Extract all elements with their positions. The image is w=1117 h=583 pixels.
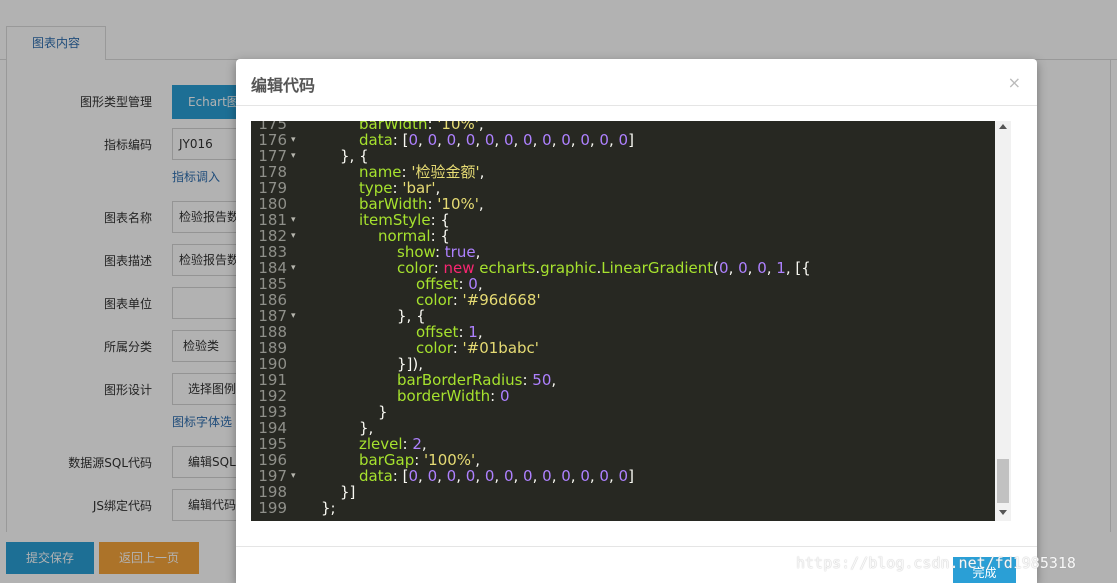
fold-arrow-icon[interactable]: ▾: [291, 148, 301, 164]
code-line[interactable]: 197 ▾ data: [0, 0, 0, 0, 0, 0, 0, 0, 0, 0,…: [251, 468, 995, 484]
code-line[interactable]: 189 color: '#01babc': [251, 340, 995, 356]
code-line[interactable]: 186 color: '#96d668': [251, 292, 995, 308]
code-text: barGap: '100%',: [359, 451, 480, 469]
fold-arrow-icon[interactable]: ▾: [291, 260, 301, 276]
fold-arrow-icon[interactable]: ▾: [291, 228, 301, 244]
code-text: borderWidth: 0: [397, 387, 510, 405]
line-number: 180: [258, 195, 287, 213]
code-text: data: [0, 0, 0, 0, 0, 0, 0, 0, 0, 0, 0, …: [359, 131, 634, 149]
code-line[interactable]: 188 offset: 1,: [251, 324, 995, 340]
line-number: 185: [258, 275, 287, 293]
line-number: 187: [258, 307, 287, 325]
code-text: },: [359, 419, 374, 437]
line-number: 199: [258, 499, 287, 517]
line-number: 182: [258, 227, 287, 245]
line-number: 189: [258, 339, 287, 357]
code-line[interactable]: 182 ▾ normal: {: [251, 228, 995, 244]
code-line[interactable]: 176 ▾ data: [0, 0, 0, 0, 0, 0, 0, 0, 0, 0,…: [251, 132, 995, 148]
code-line[interactable]: 183 show: true,: [251, 244, 995, 260]
line-number: 181: [258, 211, 287, 229]
line-number: 194: [258, 419, 287, 437]
code-text: type: 'bar',: [359, 179, 441, 197]
code-text: show: true,: [397, 243, 481, 261]
code-line[interactable]: 180 barWidth: '10%',: [251, 196, 995, 212]
code-line[interactable]: 199};: [251, 500, 995, 516]
code-text: }]: [340, 483, 356, 501]
line-number: 176: [258, 131, 287, 149]
code-line[interactable]: 196 barGap: '100%',: [251, 452, 995, 468]
line-number: 198: [258, 483, 287, 501]
fold-arrow-icon[interactable]: ▾: [291, 308, 301, 324]
modal-header: 编辑代码 ×: [236, 59, 1037, 106]
fold-arrow-icon[interactable]: ▾: [291, 468, 301, 484]
line-number: 177: [258, 147, 287, 165]
code-text: itemStyle: {: [359, 211, 450, 229]
line-number: 197: [258, 467, 287, 485]
code-text: normal: {: [378, 227, 450, 245]
code-line[interactable]: 193}: [251, 404, 995, 420]
code-line[interactable]: 191 barBorderRadius: 50,: [251, 372, 995, 388]
line-number: 186: [258, 291, 287, 309]
code-line[interactable]: 198}]: [251, 484, 995, 500]
watermark: https://blog.csdn.net/fd1985318: [796, 554, 1076, 572]
line-number: 193: [258, 403, 287, 421]
code-text: color: '#96d668': [416, 291, 541, 309]
code-line[interactable]: 195 zlevel: 2,: [251, 436, 995, 452]
code-text: offset: 1,: [416, 323, 483, 341]
modal-title: 编辑代码: [251, 76, 316, 95]
line-number: 196: [258, 451, 287, 469]
line-number: 190: [258, 355, 287, 373]
code-text: name: '检验金额',: [359, 163, 485, 181]
line-number: 188: [258, 323, 287, 341]
scroll-down-arrow-icon[interactable]: [999, 510, 1007, 515]
code-text: color: new echarts.graphic.LinearGradien…: [397, 259, 811, 277]
code-text: data: [0, 0, 0, 0, 0, 0, 0, 0, 0, 0, 0, …: [359, 467, 634, 485]
code-text: color: '#01babc': [416, 339, 539, 357]
code-text: offset: 0,: [416, 275, 483, 293]
line-number: 192: [258, 387, 287, 405]
code-text: }]),: [397, 355, 424, 373]
code-line[interactable]: 181 ▾ itemStyle: {: [251, 212, 995, 228]
code-text: barBorderRadius: 50,: [397, 371, 557, 389]
code-text: }, {: [397, 307, 426, 325]
code-line[interactable]: 194},: [251, 420, 995, 436]
scroll-up-arrow-icon[interactable]: [999, 124, 1007, 129]
code-line[interactable]: 190}]),: [251, 356, 995, 372]
code-text: barWidth: '10%',: [359, 195, 484, 213]
line-number: 195: [258, 435, 287, 453]
code-line[interactable]: 185 offset: 0,: [251, 276, 995, 292]
code-text: }, {: [340, 147, 369, 165]
code-line[interactable]: 178 name: '检验金额',: [251, 164, 995, 180]
line-number: 183: [258, 243, 287, 261]
code-line[interactable]: 179 type: 'bar',: [251, 180, 995, 196]
code-text: }: [378, 403, 388, 421]
fold-arrow-icon[interactable]: ▾: [291, 132, 301, 148]
code-text: };: [321, 499, 336, 517]
code-text: zlevel: 2,: [359, 435, 427, 453]
line-number: 191: [258, 371, 287, 389]
code-editor[interactable]: 175 barWidth: '10%', 176 ▾ data: [0, 0, 0, 0…: [251, 121, 995, 521]
edit-code-modal: 编辑代码 × 175 barWidth: '10%', 176 ▾ data: [0, …: [236, 59, 1037, 583]
line-number: 178: [258, 163, 287, 181]
code-line[interactable]: 184 ▾ color: new echarts.graphic.LinearGra…: [251, 260, 995, 276]
code-line[interactable]: 187 ▾ }, {: [251, 308, 995, 324]
line-number: 184: [258, 259, 287, 277]
code-line[interactable]: 192 borderWidth: 0: [251, 388, 995, 404]
line-number: 179: [258, 179, 287, 197]
scrollbar-thumb[interactable]: [997, 459, 1009, 503]
close-icon[interactable]: ×: [1008, 75, 1021, 91]
fold-arrow-icon[interactable]: ▾: [291, 212, 301, 228]
code-line[interactable]: 177 ▾ }, {: [251, 148, 995, 164]
